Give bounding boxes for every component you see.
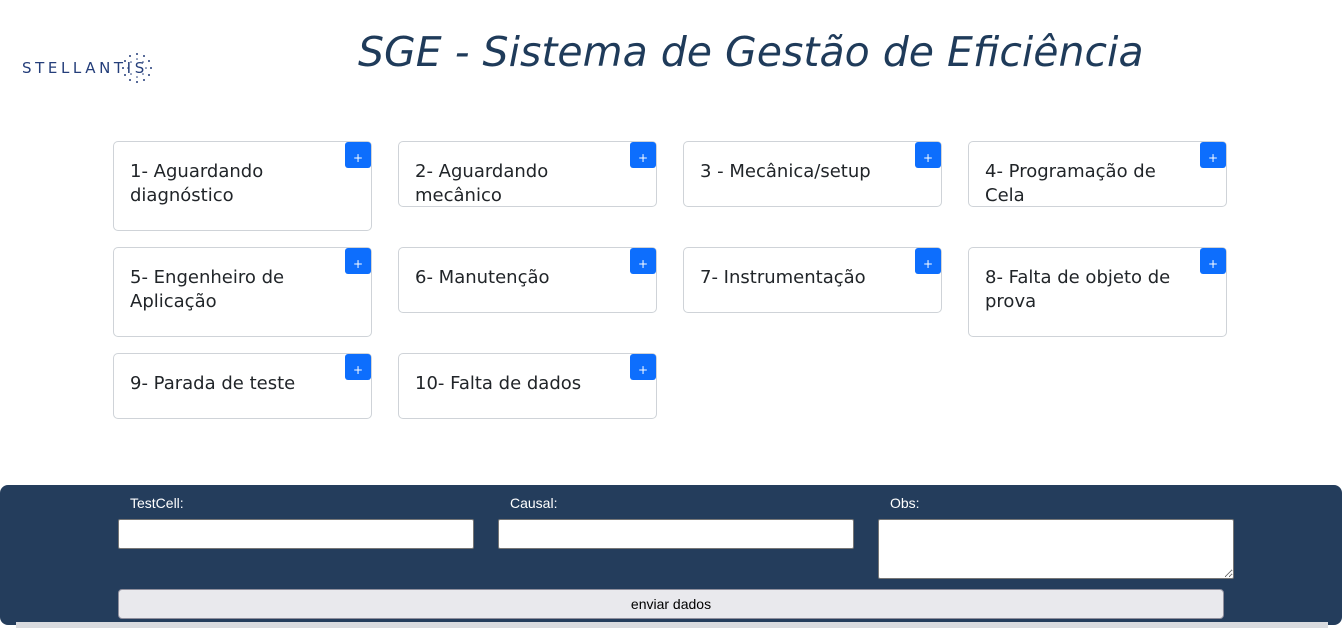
status-card[interactable]: 10- Falta de dados +	[398, 353, 657, 419]
status-card[interactable]: 8- Falta de objeto de prova +	[968, 247, 1227, 337]
status-card-label: 7- Instrumentação	[700, 267, 866, 288]
add-status-button[interactable]: +	[345, 248, 371, 274]
add-status-button[interactable]: +	[345, 142, 371, 168]
status-card-label: 1- Aguardando diagnóstico	[130, 161, 264, 206]
status-card[interactable]: 6- Manutenção +	[398, 247, 657, 313]
page-title: SGE - Sistema de Gestão de Eficiência	[358, 28, 1144, 76]
status-card-label: 8- Falta de objeto de prova	[985, 267, 1171, 312]
status-card-label: 5- Engenheiro de Aplicação	[130, 267, 285, 312]
causal-label: Causal:	[510, 495, 558, 511]
status-card[interactable]: 3 - Mecânica/setup +	[683, 141, 942, 207]
causal-input[interactable]	[498, 519, 854, 549]
status-card[interactable]: 5- Engenheiro de Aplicação +	[113, 247, 372, 337]
footer-bottom-strip	[16, 622, 1328, 628]
add-status-button[interactable]: +	[1200, 142, 1226, 168]
add-status-button[interactable]: +	[915, 142, 941, 168]
status-card-label: 4- Programação de Cela	[985, 161, 1156, 206]
add-status-button[interactable]: +	[1200, 248, 1226, 274]
obs-textarea[interactable]	[878, 519, 1234, 579]
status-card-label: 6- Manutenção	[415, 267, 550, 288]
add-status-button[interactable]: +	[630, 142, 656, 168]
logo: STELLANTIS	[22, 50, 194, 86]
status-card[interactable]: 4- Programação de Cela +	[968, 141, 1227, 207]
add-status-button[interactable]: +	[630, 354, 656, 380]
status-card[interactable]: 9- Parada de teste +	[113, 353, 372, 419]
add-status-button[interactable]: +	[630, 248, 656, 274]
status-card[interactable]: 2- Aguardando mecânico +	[398, 141, 657, 207]
obs-label: Obs:	[890, 495, 920, 511]
logo-emblem-icon	[122, 53, 152, 83]
testcell-label: TestCell:	[130, 495, 184, 511]
status-card-label: 10- Falta de dados	[415, 373, 582, 394]
add-status-button[interactable]: +	[915, 248, 941, 274]
status-card-label: 9- Parada de teste	[130, 373, 296, 394]
status-card-label: 2- Aguardando mecânico	[415, 161, 549, 206]
testcell-input[interactable]	[118, 519, 474, 549]
submit-button[interactable]: enviar dados	[118, 589, 1224, 619]
footer-form: TestCell: Causal: Obs: enviar dados	[0, 485, 1342, 625]
status-card[interactable]: 1- Aguardando diagnóstico +	[113, 141, 372, 231]
add-status-button[interactable]: +	[345, 354, 371, 380]
status-card[interactable]: 7- Instrumentação +	[683, 247, 942, 313]
status-card-label: 3 - Mecânica/setup	[700, 161, 871, 182]
